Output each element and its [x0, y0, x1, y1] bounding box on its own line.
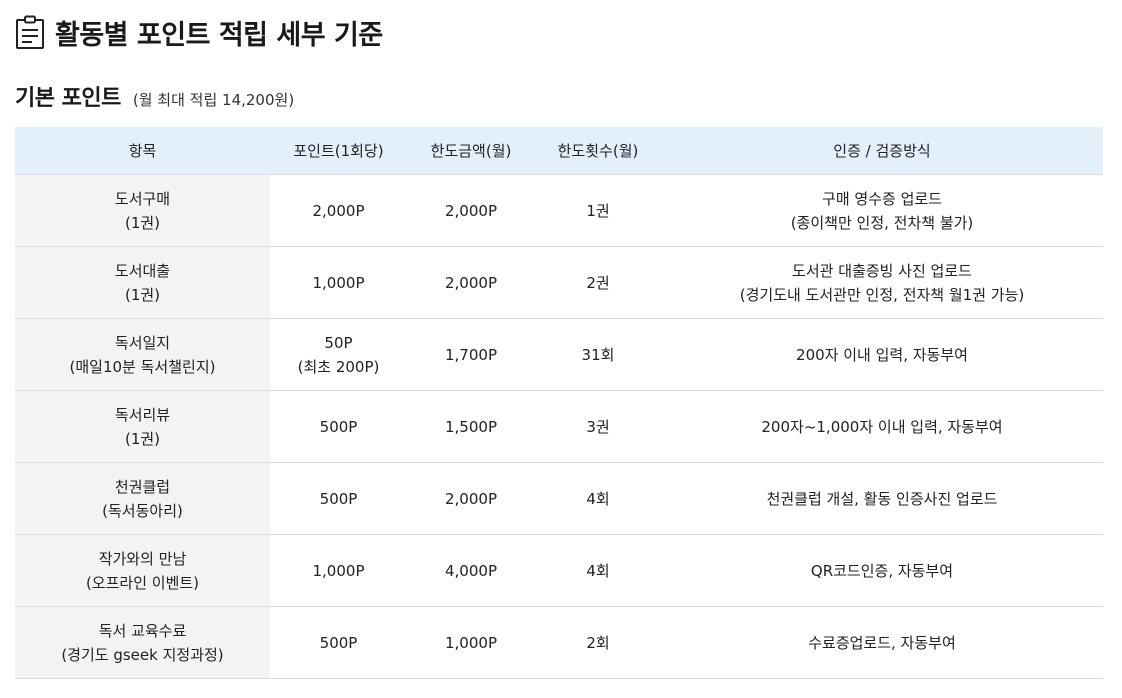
- limit-count-cell: 2권: [535, 246, 661, 319]
- points-cell: 1,000P: [270, 246, 407, 319]
- limit-amount-cell: 1,700P: [407, 318, 535, 391]
- section-header: 기본 포인트 (월 최대 적립 14,200원): [15, 80, 294, 114]
- points-cell: 500P: [270, 390, 407, 463]
- section-note: (월 최대 적립 14,200원): [132, 91, 295, 109]
- page-title: 활동별 포인트 적립 세부 기준: [55, 19, 383, 51]
- item-cell: 도서대출 (1권): [15, 246, 270, 319]
- item-cell: 독서리뷰 (1권): [15, 390, 270, 463]
- section-title: 기본 포인트: [15, 86, 121, 111]
- method-cell: 천권클럽 개설, 활동 인증사진 업로드: [661, 462, 1103, 535]
- points-cell: 50P (최초 200P): [270, 318, 407, 391]
- method-cell: 도서관 대출증빙 사진 업로드 (경기도내 도서관만 인정, 전자책 월1권 가…: [661, 246, 1103, 319]
- header-points: 포인트(1회당): [270, 127, 407, 175]
- method-cell: 구매 영수증 업로드 (종이책만 인정, 전차책 불가): [661, 174, 1103, 247]
- clipboard-icon: [15, 14, 45, 50]
- limit-count-cell: 1권: [535, 174, 661, 247]
- method-cell: 200자 이내 입력, 자동부여: [661, 318, 1103, 391]
- limit-amount-cell: 2,000P: [407, 246, 535, 319]
- item-cell: 도서구매 (1권): [15, 174, 270, 247]
- table-row: 천권클럽 (독서동아리) 500P 2,000P 4회 천권클럽 개설, 활동 …: [15, 462, 1103, 535]
- header-limit-count: 한도횟수(월): [535, 127, 661, 175]
- item-cell: 독서일지 (매일10분 독서챌린지): [15, 318, 270, 391]
- points-table: 항목 포인트(1회당) 한도금액(월) 한도횟수(월) 인증 / 검증방식 도서…: [15, 127, 1103, 679]
- method-cell: 수료증업로드, 자동부여: [661, 606, 1103, 679]
- header-method: 인증 / 검증방식: [661, 127, 1103, 175]
- table-row: 도서구매 (1권) 2,000P 2,000P 1권 구매 영수증 업로드 (종…: [15, 174, 1103, 247]
- limit-amount-cell: 2,000P: [407, 462, 535, 535]
- header-item: 항목: [15, 127, 270, 175]
- header-limit-amount: 한도금액(월): [407, 127, 535, 175]
- points-cell: 2,000P: [270, 174, 407, 247]
- limit-count-cell: 4회: [535, 462, 661, 535]
- limit-amount-cell: 1,000P: [407, 606, 535, 679]
- limit-amount-cell: 2,000P: [407, 174, 535, 247]
- limit-amount-cell: 1,500P: [407, 390, 535, 463]
- item-cell: 작가와의 만남 (오프라인 이벤트): [15, 534, 270, 607]
- method-cell: 200자~1,000자 이내 입력, 자동부여: [661, 390, 1103, 463]
- limit-count-cell: 2회: [535, 606, 661, 679]
- item-cell: 천권클럽 (독서동아리): [15, 462, 270, 535]
- table-row: 독서일지 (매일10분 독서챌린지) 50P (최초 200P) 1,700P …: [15, 318, 1103, 391]
- table-row: 도서대출 (1권) 1,000P 2,000P 2권 도서관 대출증빙 사진 업…: [15, 246, 1103, 319]
- limit-amount-cell: 4,000P: [407, 534, 535, 607]
- page-header: 활동별 포인트 적립 세부 기준: [15, 12, 383, 52]
- limit-count-cell: 3권: [535, 390, 661, 463]
- table-row: 독서 교육수료 (경기도 gseek 지정과정) 500P 1,000P 2회 …: [15, 606, 1103, 679]
- points-cell: 500P: [270, 606, 407, 679]
- limit-count-cell: 31회: [535, 318, 661, 391]
- method-cell: QR코드인증, 자동부여: [661, 534, 1103, 607]
- limit-count-cell: 4회: [535, 534, 661, 607]
- table-row: 독서리뷰 (1권) 500P 1,500P 3권 200자~1,000자 이내 …: [15, 390, 1103, 463]
- table-row: 작가와의 만남 (오프라인 이벤트) 1,000P 4,000P 4회 QR코드…: [15, 534, 1103, 607]
- item-cell: 독서 교육수료 (경기도 gseek 지정과정): [15, 606, 270, 679]
- table-header-row: 항목 포인트(1회당) 한도금액(월) 한도횟수(월) 인증 / 검증방식: [15, 127, 1103, 175]
- points-cell: 500P: [270, 462, 407, 535]
- points-cell: 1,000P: [270, 534, 407, 607]
